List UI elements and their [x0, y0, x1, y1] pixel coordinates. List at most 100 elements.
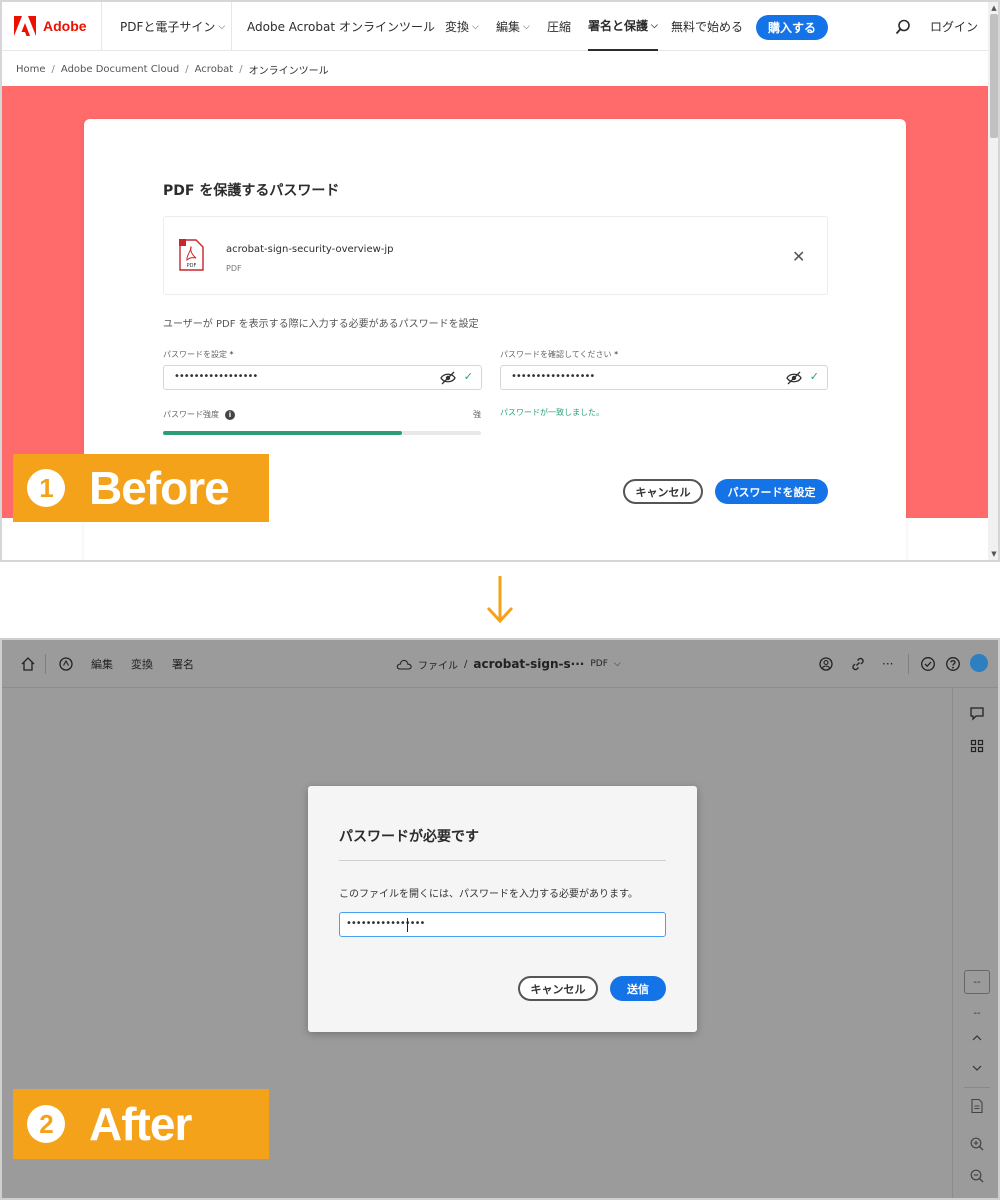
dialog-cancel-button[interactable]: キャンセル	[518, 976, 598, 1001]
pdf-file-icon: PDF	[179, 239, 204, 271]
right-rail-divider	[952, 688, 953, 1198]
nav-item-label: 編集	[496, 20, 521, 34]
breadcrumb-separator: /	[464, 658, 468, 670]
adobe-logo[interactable]: Adobe	[2, 2, 102, 51]
page-scrollbar[interactable]: ▲ ▼	[988, 2, 998, 560]
breadcrumb-acrobat[interactable]: Acrobat	[195, 64, 234, 75]
breadcrumb-separator: /	[239, 63, 243, 75]
strength-meter	[163, 431, 481, 435]
document-file-name[interactable]: acrobat-sign-s···	[473, 657, 584, 671]
help-icon[interactable]	[945, 656, 961, 672]
search-icon[interactable]	[895, 19, 911, 35]
down-arrow-icon	[486, 576, 514, 624]
link-icon[interactable]	[850, 656, 866, 672]
nav-item-label: 署名と保護	[588, 19, 649, 33]
set-password-button[interactable]: パスワードを設定	[715, 479, 828, 504]
global-nav: Adobe PDFと電子サイン ⌵ Adobe Acrobat オンラインツール …	[2, 2, 988, 51]
user-avatar[interactable]	[970, 654, 988, 672]
valid-check-icon: ✓	[463, 370, 473, 383]
dialog-submit-button[interactable]: 送信	[610, 976, 666, 1001]
file-item: PDF acrobat-sign-security-overview-jp PD…	[163, 216, 828, 295]
thumbnails-grid-icon[interactable]	[969, 738, 985, 754]
nav-item-label: オンラインツール	[339, 20, 436, 34]
nav-item-pdf-esign[interactable]: PDFと電子サイン ⌵	[120, 2, 225, 51]
password-value: •••••••••••••••••	[174, 371, 258, 382]
files-link[interactable]: ファイル	[418, 657, 458, 672]
nav-item-compress[interactable]: 圧縮	[547, 2, 571, 51]
nav-item-adobe-acrobat[interactable]: Adobe Acrobat	[247, 2, 335, 51]
dialog-divider	[339, 860, 666, 861]
share-people-icon[interactable]	[818, 656, 834, 672]
chevron-down-icon: ⌵	[523, 21, 530, 32]
step-number-badge: 2	[27, 1105, 65, 1143]
toolbar-divider	[45, 654, 46, 674]
dialog-title: パスワードが必要です	[339, 829, 479, 845]
chevron-down-icon[interactable]: ⌵	[614, 659, 621, 669]
more-options-icon[interactable]: ···	[882, 640, 893, 688]
confirm-password-input[interactable]: ••••••••••••••••• ✓	[500, 365, 828, 390]
menu-convert[interactable]: 変換	[131, 640, 153, 688]
hide-password-eye-icon[interactable]	[440, 371, 456, 385]
dialog-message: このファイルを開くには、パスワードを入力する必要があります。	[339, 889, 638, 900]
nav-item-label: PDFと電子サイン	[120, 20, 216, 34]
scroll-down-arrow-icon[interactable]: ▼	[988, 548, 998, 560]
text-caret	[407, 918, 408, 932]
nav-item-label: Adobe Acrobat	[247, 19, 336, 34]
comment-icon[interactable]	[969, 706, 985, 722]
adobe-logo-icon	[14, 16, 36, 36]
dialog-password-value: ••••••••••••••••	[346, 918, 425, 929]
hide-password-eye-icon[interactable]	[786, 371, 802, 385]
zoom-out-icon[interactable]	[969, 1168, 985, 1184]
nav-item-online-tools[interactable]: オンラインツール	[339, 2, 435, 51]
breadcrumb-separator: /	[51, 63, 55, 75]
zoom-in-icon[interactable]	[969, 1136, 985, 1152]
step-label-after: 2 After	[13, 1089, 269, 1159]
required-mark: *	[229, 350, 234, 359]
next-page-chevron-down-icon[interactable]	[969, 1060, 985, 1076]
menu-sign[interactable]: 署名	[172, 640, 194, 688]
breadcrumb-document-cloud[interactable]: Adobe Document Cloud	[61, 64, 179, 75]
nav-item-convert[interactable]: 変換 ⌵	[445, 2, 479, 51]
breadcrumb: Home / Adobe Document Cloud / Acrobat / オンラ…	[2, 52, 988, 86]
previous-page-chevron-up-icon[interactable]	[969, 1030, 985, 1046]
info-icon[interactable]: i	[225, 409, 235, 420]
nav-item-sign-protect[interactable]: 署名と保護 ⌵	[588, 2, 658, 51]
home-icon[interactable]	[20, 656, 36, 672]
buy-button[interactable]: 購入する	[756, 15, 828, 40]
remove-file-close-icon[interactable]: ✕	[792, 247, 805, 266]
login-link[interactable]: ログイン	[930, 2, 978, 51]
nav-item-free-start[interactable]: 無料で始める	[671, 2, 743, 51]
acrobat-toolbar: 編集 変換 署名 ファイル / acrobat-sign-s··· PDF ⌵ …	[2, 640, 998, 688]
check-circle-icon[interactable]	[920, 656, 936, 672]
page-number-input[interactable]: --	[964, 970, 990, 994]
step-label-text: After	[89, 1098, 192, 1150]
adobe-brand-name: Adobe	[43, 18, 87, 34]
ai-assistant-icon[interactable]	[58, 656, 74, 672]
strength-label: パスワード強度 i	[163, 409, 235, 420]
strength-value: 強	[473, 410, 481, 419]
before-screenshot: Adobe PDFと電子サイン ⌵ Adobe Acrobat オンラインツール …	[0, 0, 1000, 562]
dialog-password-input[interactable]: ••••••••••••••••	[339, 912, 666, 937]
page-total: --	[973, 1008, 981, 1019]
required-mark: *	[614, 350, 619, 359]
breadcrumb-separator: /	[185, 63, 189, 75]
strength-meter-fill	[163, 431, 402, 435]
chevron-down-icon: ⌵	[651, 20, 658, 31]
cancel-button[interactable]: キャンセル	[623, 479, 703, 504]
scroll-thumb[interactable]	[990, 14, 998, 138]
strength-label-text: パスワード強度	[163, 410, 219, 419]
password-field-label: パスワードを設定 *	[163, 349, 234, 360]
breadcrumb-home[interactable]: Home	[16, 64, 46, 75]
scroll-up-arrow-icon[interactable]: ▲	[988, 2, 998, 14]
menu-edit[interactable]: 編集	[91, 640, 113, 688]
page-document-icon[interactable]	[969, 1098, 985, 1114]
document-file-type: PDF	[590, 659, 608, 669]
rail-divider	[964, 1087, 990, 1088]
password-input[interactable]: ••••••••••••••••• ✓	[163, 365, 482, 390]
toolbar-divider	[908, 654, 909, 674]
step-label-text: Before	[89, 462, 230, 514]
nav-item-edit[interactable]: 編集 ⌵	[496, 2, 530, 51]
nav-item-label: 変換	[445, 20, 470, 34]
password-match-message: パスワードが一致しました。	[500, 408, 604, 417]
cloud-icon	[396, 659, 412, 670]
